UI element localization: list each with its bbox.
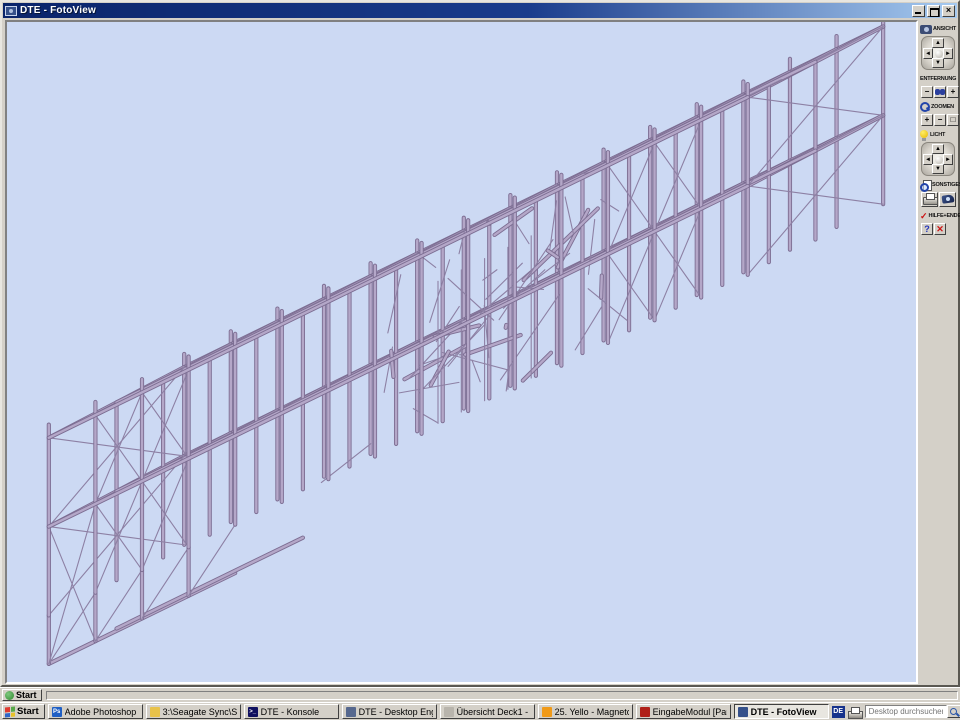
- zoom-magnifier-icon: [920, 102, 930, 112]
- task-label: 25. Yello - Magneto - Wi...: [555, 707, 629, 717]
- windows-flag-icon: [5, 706, 15, 717]
- desktop-search: [865, 705, 960, 718]
- zoom-out-button[interactable]: −: [934, 114, 946, 126]
- minimize-button[interactable]: [912, 5, 925, 17]
- printer-tray-icon[interactable]: [848, 706, 862, 718]
- secondary-taskbar: Start: [0, 687, 960, 702]
- zoomen-label: ZOOMEN: [931, 104, 954, 110]
- secondary-start-button[interactable]: Start: [2, 689, 42, 701]
- distance-decrease-button[interactable]: −: [921, 86, 933, 98]
- light-bulb-icon: [920, 130, 929, 141]
- distance-fit-button[interactable]: [934, 86, 946, 98]
- taskbar-task-6[interactable]: EingabeModul [Parkdeck...: [636, 704, 731, 719]
- start-label: Start: [17, 706, 39, 717]
- language-indicator[interactable]: DE: [832, 706, 845, 718]
- sonstiges-magnifier-doc-icon: [920, 180, 931, 191]
- secondary-start-label: Start: [16, 690, 37, 700]
- start-flower-icon: [5, 691, 14, 700]
- light-up-button[interactable]: ▲: [932, 144, 944, 154]
- task-button-strip: PsAdobe Photoshop CS3 E... 3:\Seagate Syn…: [48, 704, 829, 719]
- taskbar-task-3[interactable]: DTE - Desktop Engineeri...: [342, 704, 437, 719]
- taskbar-task-1[interactable]: 3:\Seagate Sync\SyncRe...: [146, 704, 241, 719]
- zoom-in-button[interactable]: +: [921, 114, 933, 126]
- dpad-center: [935, 156, 943, 164]
- taskbar-task-0[interactable]: PsAdobe Photoshop CS3 E...: [48, 704, 143, 719]
- light-right-button[interactable]: ►: [943, 154, 953, 165]
- taskbar-task-2[interactable]: >_DTE - Konsole: [244, 704, 339, 719]
- view-down-button[interactable]: ▼: [932, 58, 944, 68]
- snapshot-icon: [941, 193, 955, 204]
- entfernung-label: ENTFERNUNG: [920, 76, 956, 82]
- task-label: Übersicht Deck1 - Paint: [457, 707, 531, 717]
- exit-button[interactable]: ✕: [934, 223, 946, 235]
- task-label: DTE - Konsole: [261, 707, 320, 717]
- structure-wireframe: [7, 22, 916, 682]
- help-button[interactable]: ?: [921, 223, 933, 235]
- secondary-taskbar-tray: [46, 691, 958, 700]
- task-label: Adobe Photoshop CS3 E...: [65, 707, 139, 717]
- hilfe-ende-label: HILFE+ENDE: [929, 213, 960, 219]
- taskbar-task-5[interactable]: 25. Yello - Magneto - Wi...: [538, 704, 633, 719]
- ansicht-label: ANSICHT: [933, 26, 956, 32]
- sonstiges-label: SONSTIGES: [932, 182, 960, 188]
- paint-icon: [444, 707, 454, 717]
- task-label: 3:\Seagate Sync\SyncRe...: [163, 707, 237, 717]
- search-icon[interactable]: [947, 705, 960, 718]
- taskbar: Start PsAdobe Photoshop CS3 E... 3:\Seaga…: [0, 702, 960, 720]
- printer-icon: [923, 193, 936, 204]
- desktop-search-input[interactable]: [865, 705, 947, 718]
- 3d-viewport[interactable]: [5, 20, 918, 684]
- close-button[interactable]: ×: [942, 5, 955, 17]
- dte-fotoview-window: DTE - FotoView × ANSICHT ▲ ◄: [0, 0, 960, 687]
- tool-panel: ANSICHT ▲ ◄ ► ▼ ENTFERNUNG − +: [918, 20, 957, 684]
- fotoview-camera-icon: [738, 707, 748, 717]
- maximize-button[interactable]: [927, 5, 940, 17]
- ansicht-camera-icon: [920, 25, 932, 34]
- task-label: DTE - Desktop Engineeri...: [359, 707, 433, 717]
- task-label: DTE - FotoView: [751, 707, 817, 717]
- distance-increase-button[interactable]: +: [947, 86, 959, 98]
- light-down-button[interactable]: ▼: [932, 164, 944, 174]
- photoshop-icon: Ps: [52, 707, 62, 717]
- media-player-icon: [542, 707, 552, 717]
- red-check-icon: ✓: [920, 211, 928, 221]
- dpad-center: [935, 50, 943, 58]
- licht-label: LICHT: [930, 132, 945, 138]
- view-right-button[interactable]: ►: [943, 48, 953, 59]
- view-up-button[interactable]: ▲: [932, 38, 944, 48]
- dte-app-icon: [346, 707, 356, 717]
- view-dpad: ▲ ◄ ► ▼: [921, 36, 955, 70]
- folder-icon: [150, 707, 160, 717]
- task-label: EingabeModul [Parkdeck...: [653, 707, 727, 717]
- start-button[interactable]: Start: [2, 704, 45, 719]
- taskbar-task-4[interactable]: Übersicht Deck1 - Paint: [440, 704, 535, 719]
- light-dpad: ▲ ◄ ► ▼: [921, 142, 955, 176]
- print-button[interactable]: [921, 192, 938, 207]
- screen: DTE - FotoView × ANSICHT ▲ ◄: [0, 0, 960, 720]
- taskbar-task-7[interactable]: DTE - FotoView: [734, 704, 829, 719]
- zoom-window-button[interactable]: □: [947, 114, 959, 126]
- binoculars-icon: [935, 89, 945, 96]
- app-camera-icon: [5, 6, 17, 16]
- eingabe-modul-icon: [640, 707, 650, 717]
- window-title: DTE - FotoView: [20, 5, 912, 16]
- console-icon: >_: [248, 707, 258, 717]
- titlebar[interactable]: DTE - FotoView ×: [3, 3, 957, 18]
- snapshot-button[interactable]: [939, 192, 956, 207]
